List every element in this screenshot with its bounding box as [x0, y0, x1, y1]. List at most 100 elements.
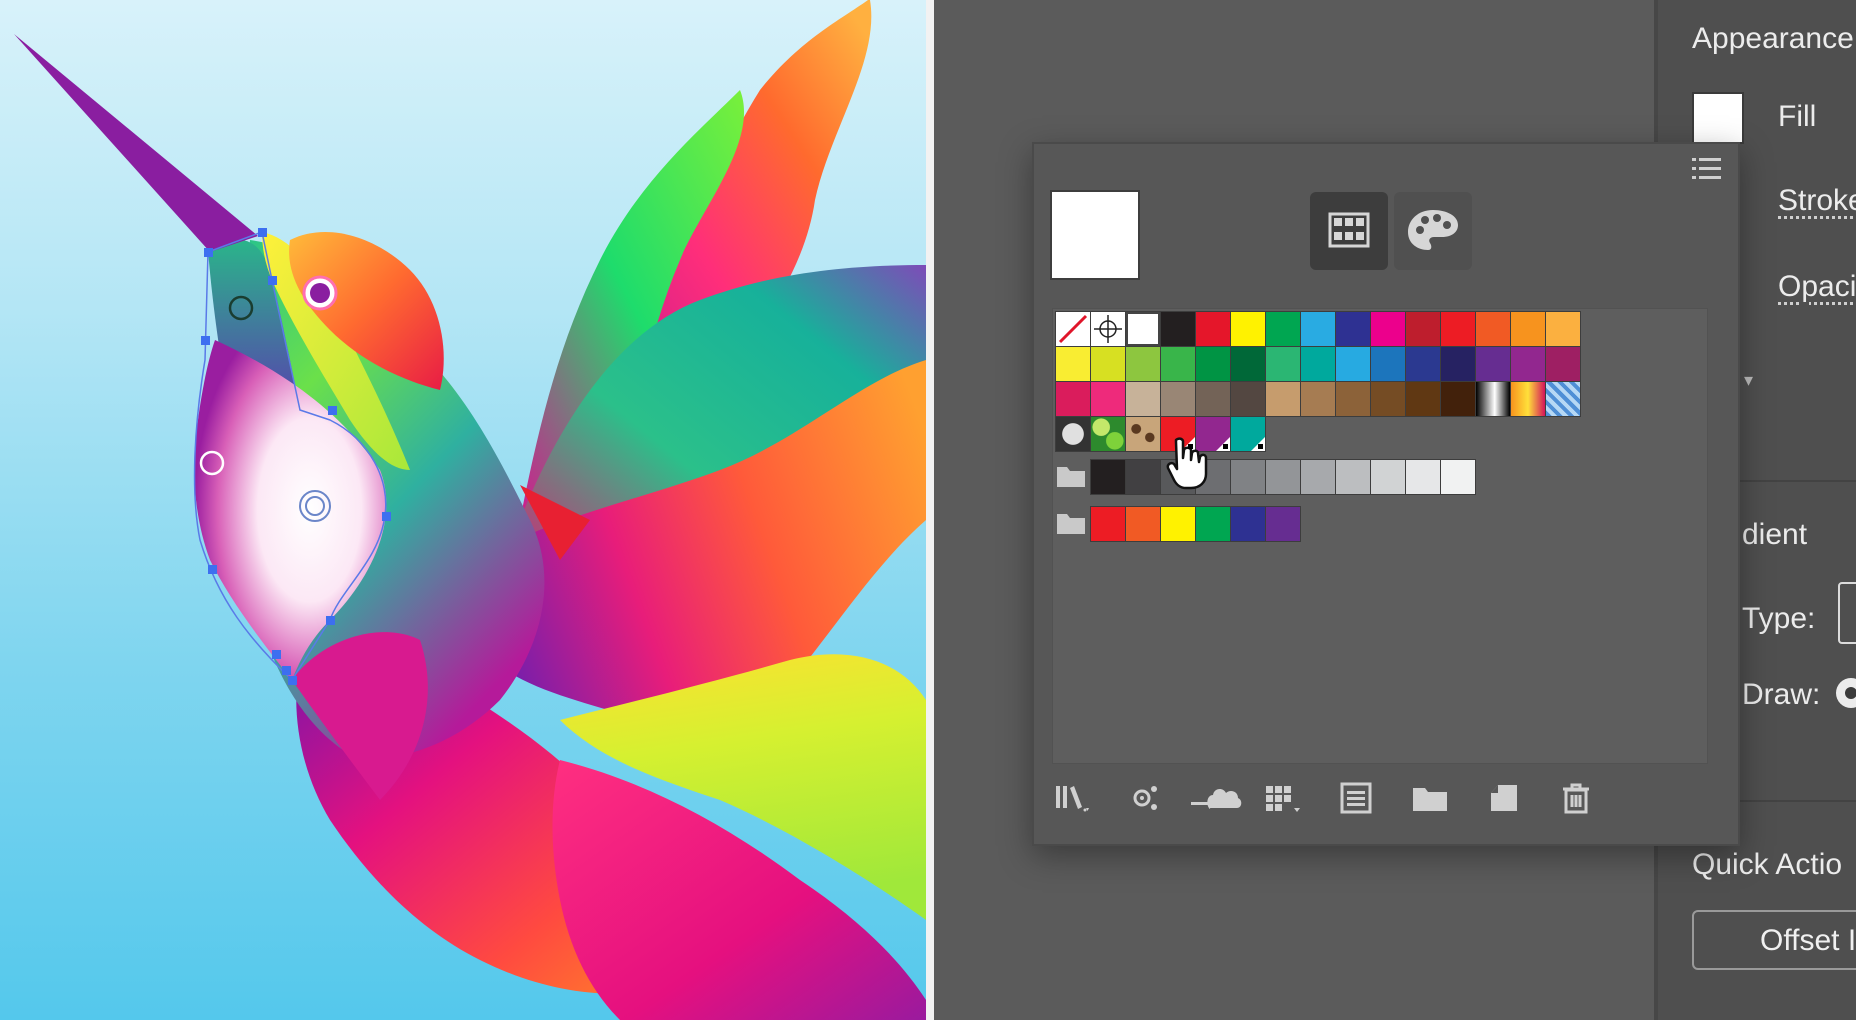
grid-view-icon — [1328, 212, 1370, 248]
color-swatch[interactable] — [1405, 346, 1441, 382]
color-swatch[interactable] — [1265, 381, 1301, 417]
color-group-swatch[interactable] — [1125, 459, 1161, 495]
swatches-toolbar — [1050, 766, 1720, 832]
list-view-button[interactable] — [1332, 774, 1380, 822]
color-swatch[interactable] — [1475, 311, 1511, 347]
none-swatch[interactable] — [1055, 311, 1091, 347]
color-group-swatch[interactable] — [1090, 506, 1126, 542]
color-swatch[interactable] — [1125, 311, 1161, 347]
color-swatch[interactable] — [1160, 416, 1196, 452]
color-swatch[interactable] — [1230, 381, 1266, 417]
swatch-options-button[interactable] — [1260, 774, 1308, 822]
draw-radio-button[interactable] — [1836, 678, 1856, 708]
folder-icon[interactable] — [1055, 463, 1087, 489]
gradient-type-button[interactable] — [1838, 582, 1856, 644]
color-swatch[interactable] — [1160, 381, 1196, 417]
delete-icon — [1563, 783, 1589, 814]
color-swatch[interactable] — [1300, 381, 1336, 417]
color-swatch[interactable] — [1510, 346, 1546, 382]
quick-actions-title: Quick Actio — [1692, 848, 1843, 881]
color-swatch[interactable] — [1300, 346, 1336, 382]
color-swatch[interactable] — [1265, 346, 1301, 382]
color-group-swatch[interactable] — [1370, 459, 1406, 495]
color-group-swatch[interactable] — [1405, 459, 1441, 495]
color-swatch[interactable] — [1335, 346, 1371, 382]
color-palette-button[interactable] — [1394, 192, 1472, 270]
color-group-swatch[interactable] — [1300, 459, 1336, 495]
gradient-swatch[interactable] — [1475, 381, 1511, 417]
pattern-swatch[interactable] — [1090, 416, 1126, 452]
color-group-swatch[interactable] — [1230, 506, 1266, 542]
delete-swatch-button[interactable] — [1552, 774, 1600, 822]
color-swatch[interactable] — [1510, 311, 1546, 347]
color-group-swatch[interactable] — [1440, 459, 1476, 495]
libraries-button[interactable] — [1050, 774, 1098, 822]
color-swatch[interactable] — [1370, 346, 1406, 382]
artboard-canvas[interactable] — [0, 0, 926, 1020]
color-swatch[interactable] — [1195, 346, 1231, 382]
fill-color-chip[interactable] — [1692, 92, 1744, 144]
swatches-popup — [1032, 142, 1740, 846]
grid-view-button[interactable] — [1310, 192, 1388, 270]
color-group-swatch[interactable] — [1160, 459, 1196, 495]
color-group-swatch[interactable] — [1195, 506, 1231, 542]
panel-menu-icon[interactable] — [1690, 154, 1724, 184]
color-swatch[interactable] — [1230, 416, 1266, 452]
new-group-icon — [1413, 788, 1447, 811]
gradient-title: dient — [1742, 518, 1808, 551]
color-swatch[interactable] — [1090, 346, 1126, 382]
current-fill-swatch[interactable] — [1050, 190, 1140, 280]
color-swatch[interactable] — [1195, 381, 1231, 417]
color-swatch[interactable] — [1545, 311, 1581, 347]
hummingbird-artwork[interactable] — [0, 0, 926, 1020]
color-swatch[interactable] — [1475, 346, 1511, 382]
pattern-swatch[interactable] — [1125, 416, 1161, 452]
pattern-swatch[interactable] — [1055, 416, 1091, 452]
color-swatch[interactable] — [1370, 381, 1406, 417]
stroke-label[interactable]: Stroke — [1778, 184, 1856, 218]
color-group-swatch[interactable] — [1335, 459, 1371, 495]
gradient-swatch[interactable] — [1545, 381, 1581, 417]
color-swatch[interactable] — [1090, 381, 1126, 417]
color-group-swatch[interactable] — [1265, 506, 1301, 542]
folder-icon[interactable] — [1055, 510, 1087, 536]
chevron-down-icon[interactable]: ▾ — [1744, 370, 1753, 391]
color-swatch[interactable] — [1055, 381, 1091, 417]
color-swatch[interactable] — [1335, 381, 1371, 417]
color-group-swatch[interactable] — [1160, 506, 1196, 542]
new-swatch-button[interactable] — [1480, 774, 1528, 822]
color-swatch[interactable] — [1440, 311, 1476, 347]
gradient-swatch[interactable] — [1510, 381, 1546, 417]
color-group-swatch[interactable] — [1265, 459, 1301, 495]
color-swatch[interactable] — [1160, 346, 1196, 382]
new-color-group-button[interactable] — [1406, 774, 1454, 822]
color-swatch[interactable] — [1195, 311, 1231, 347]
opacity-label[interactable]: Opaci — [1778, 270, 1856, 304]
color-swatch[interactable] — [1440, 381, 1476, 417]
cloud-sync-button[interactable] — [1186, 774, 1246, 822]
color-group-swatch[interactable] — [1195, 459, 1231, 495]
color-group-swatch[interactable] — [1125, 506, 1161, 542]
color-swatch[interactable] — [1405, 381, 1441, 417]
color-swatch[interactable] — [1265, 311, 1301, 347]
offset-path-button[interactable]: Offset I — [1692, 910, 1856, 970]
color-swatch[interactable] — [1545, 346, 1581, 382]
color-swatch[interactable] — [1230, 311, 1266, 347]
color-swatch[interactable] — [1125, 381, 1161, 417]
color-swatch[interactable] — [1230, 346, 1266, 382]
color-swatch[interactable] — [1405, 311, 1441, 347]
palette-icon — [1408, 210, 1458, 250]
show-kinds-button[interactable] — [1122, 774, 1170, 822]
color-group-swatch[interactable] — [1090, 459, 1126, 495]
color-swatch[interactable] — [1055, 346, 1091, 382]
color-swatch[interactable] — [1335, 311, 1371, 347]
color-swatch[interactable] — [1370, 311, 1406, 347]
color-swatch[interactable] — [1160, 311, 1196, 347]
color-swatch[interactable] — [1440, 346, 1476, 382]
color-swatch[interactable] — [1300, 311, 1336, 347]
cloud-sync-icon — [1191, 789, 1242, 809]
registration-swatch[interactable] — [1090, 311, 1126, 347]
color-swatch[interactable] — [1125, 346, 1161, 382]
color-swatch[interactable] — [1195, 416, 1231, 452]
color-group-swatch[interactable] — [1230, 459, 1266, 495]
